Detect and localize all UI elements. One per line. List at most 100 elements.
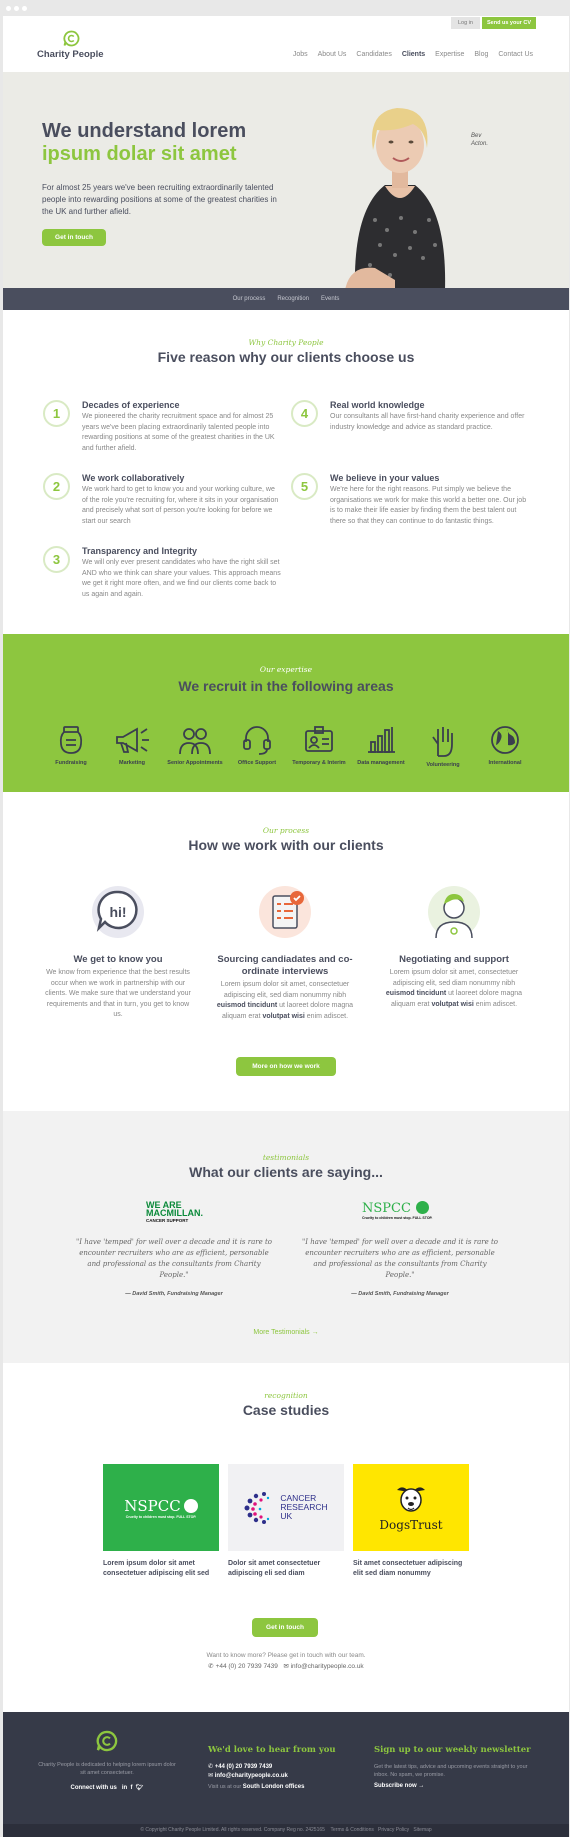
step-text: We know from experience that the best re… [45, 969, 191, 1018]
id-badge-icon [305, 726, 333, 752]
footer-email[interactable]: ✉ info@charitypeople.co.uk [208, 1772, 348, 1779]
testimonial-cite: — David Smith, Fundraising Manager [125, 1291, 223, 1297]
step-title: Negotiating and support [399, 954, 509, 965]
step-text-bold: euismod tincidunt [216, 1002, 278, 1009]
bar-chart-icon [368, 727, 395, 753]
raised-hand-icon [432, 727, 453, 757]
nav-expertise[interactable]: Expertise [435, 51, 464, 58]
more-testimonials-link[interactable]: More Testimonials → [3, 1329, 569, 1336]
reasons-kicker: Why Charity People [248, 338, 324, 347]
nspcc-dot-icon [183, 1498, 198, 1513]
reason-text: We will only ever present candidates who… [82, 559, 281, 598]
area-temporary-interim[interactable]: Temporary & Interim [289, 724, 349, 767]
reason-title: Real world knowledge [330, 400, 425, 410]
linkedin-icon[interactable]: in [122, 1785, 127, 1791]
cases-title: Case studies [242, 1402, 330, 1418]
connect-label: Connect with us [70, 1785, 117, 1791]
reason-item: 5 We believe in your values We're here f… [291, 473, 526, 543]
reason-text: We work hard to get to know you and your… [82, 486, 279, 525]
window-dot-icon [14, 6, 19, 11]
area-senior-appointments[interactable]: Senior Appointments [165, 724, 225, 767]
more-testimonials-label: More Testimonials [253, 1329, 310, 1336]
nav-candidates[interactable]: Candidates [356, 51, 391, 58]
subscribe-link[interactable]: Subscribe now → [374, 1783, 534, 1789]
globe-icon [491, 726, 519, 754]
reasons-title: Five reason why our clients choose us [157, 349, 415, 365]
hero-get-in-touch-button[interactable]: Get in touch [42, 229, 106, 246]
testimonials-title: What our clients are saying... [189, 1164, 383, 1180]
step-text: Lorem ipsum dolor sit amet, consectetuer… [379, 968, 529, 1010]
privacy-link[interactable]: Privacy Policy [378, 1827, 409, 1833]
footer-phone[interactable]: ✆ +44 (0) 20 7939 7439 [208, 1763, 348, 1770]
case-study[interactable]: CANCER RESEARCH UK Dolor sit amet consec… [228, 1464, 344, 1579]
footer-contact-title: We'd love to hear from you [208, 1745, 336, 1755]
area-international[interactable]: International [475, 724, 535, 767]
case-logo-sub: Cruelty to children must stop. FULL STOP… [125, 1514, 197, 1519]
area-label: Fundraising [55, 760, 87, 766]
subnav-events[interactable]: Events [321, 296, 339, 302]
case-study[interactable]: DogsTrust Sit amet consectetuer adipisci… [353, 1464, 469, 1579]
nav-clients[interactable]: Clients [402, 51, 425, 58]
window-dot-icon [22, 6, 27, 11]
send-cv-button[interactable]: Send us your CV [481, 17, 536, 29]
newsletter-text: Get the latest tips, advice and upcoming… [374, 1764, 528, 1778]
login-button[interactable]: Log in [450, 17, 480, 29]
signature-line2: Acton. [471, 141, 489, 147]
cancer-research-mark-icon [244, 1491, 270, 1524]
nav-blog[interactable]: Blog [474, 51, 488, 58]
hero: We understand lorem ipsum dolar sit amet… [3, 72, 569, 288]
subnav-recognition[interactable]: Recognition [277, 296, 309, 302]
nav-contact-us[interactable]: Contact Us [498, 51, 533, 58]
footer-email-text: info@charitypeople.co.uk [214, 1773, 288, 1779]
case-study[interactable]: NSPCC Cruelty to children must stop. FUL… [103, 1464, 219, 1579]
step-text-part: Lorem ipsum dolor sit amet, consectetuer… [389, 969, 519, 987]
area-marketing[interactable]: Marketing [102, 724, 162, 767]
nav-about-us[interactable]: About Us [318, 51, 347, 58]
reason-item: 4 Real world knowledge Our consultants a… [291, 400, 524, 470]
arrow-right-icon: → [311, 1329, 319, 1336]
area-label: Data management [357, 760, 405, 766]
people-icon [179, 728, 211, 755]
process-step: Sourcing candiadates and co-ordinate int… [210, 884, 360, 1022]
signature-line1: Bev [471, 133, 482, 139]
consultant-photo [345, 108, 446, 288]
reason-item: 2 We work collaboratively We work hard t… [43, 473, 278, 543]
logo[interactable]: Charity People [37, 30, 117, 60]
headset-icon [243, 726, 271, 755]
south-london-offices-link[interactable]: South London offices [243, 1784, 305, 1790]
email-icon: ✉ [283, 1663, 289, 1670]
reason-number: 5 [291, 473, 318, 500]
case-image-nspcc: NSPCC Cruelty to children must stop. FUL… [103, 1464, 219, 1551]
logo-line: MACMILLAN. [146, 1208, 203, 1218]
sitemap-link[interactable]: Sitemap [413, 1827, 431, 1833]
area-volunteering[interactable]: Volunteering [413, 724, 473, 769]
terms-link[interactable]: Terms & Conditions [331, 1827, 374, 1833]
copyright: © Copyright Charity People Limited. All … [140, 1827, 325, 1833]
checklist-icon [259, 886, 311, 938]
contact-email[interactable]: info@charitypeople.co.uk [291, 1663, 364, 1670]
case-logo-text: UK [280, 1511, 293, 1521]
reason-title: Transparency and Integrity [82, 546, 198, 556]
expertise-kicker: Our expertise [259, 665, 313, 674]
nav-jobs[interactable]: Jobs [293, 51, 308, 58]
contact-phone[interactable]: +44 (0) 20 7939 7439 [216, 1663, 278, 1670]
step-text-bold: volutpat wisi [262, 1012, 305, 1020]
reason-number: 1 [43, 400, 70, 427]
subnav-our-process[interactable]: Our process [233, 296, 266, 302]
twitter-icon[interactable]: 🐦︎ [136, 1785, 144, 1791]
area-office-support[interactable]: Office Support [227, 724, 287, 767]
facebook-icon[interactable]: f [131, 1785, 133, 1791]
reason-title: We work collaboratively [82, 473, 185, 483]
expertise-section: Our expertise We recruit in the followin… [3, 634, 569, 792]
process-kicker: Our process [262, 826, 310, 835]
cases-get-in-touch-button[interactable]: Get in touch [252, 1618, 318, 1637]
footer: Charity People is dedicated to helping l… [3, 1712, 569, 1837]
area-data-management[interactable]: Data management [351, 724, 411, 767]
reason-item: 3 Transparency and Integrity We will onl… [43, 546, 281, 616]
subscribe-label: Subscribe now [374, 1783, 417, 1789]
more-on-how-we-work-button[interactable]: More on how we work [236, 1057, 336, 1076]
testimonials-section: testimonials What our clients are saying… [3, 1111, 569, 1363]
area-fundraising[interactable]: Fundraising [41, 724, 101, 767]
reason-number: 4 [291, 400, 318, 427]
reason-title: Decades of experience [82, 400, 180, 410]
